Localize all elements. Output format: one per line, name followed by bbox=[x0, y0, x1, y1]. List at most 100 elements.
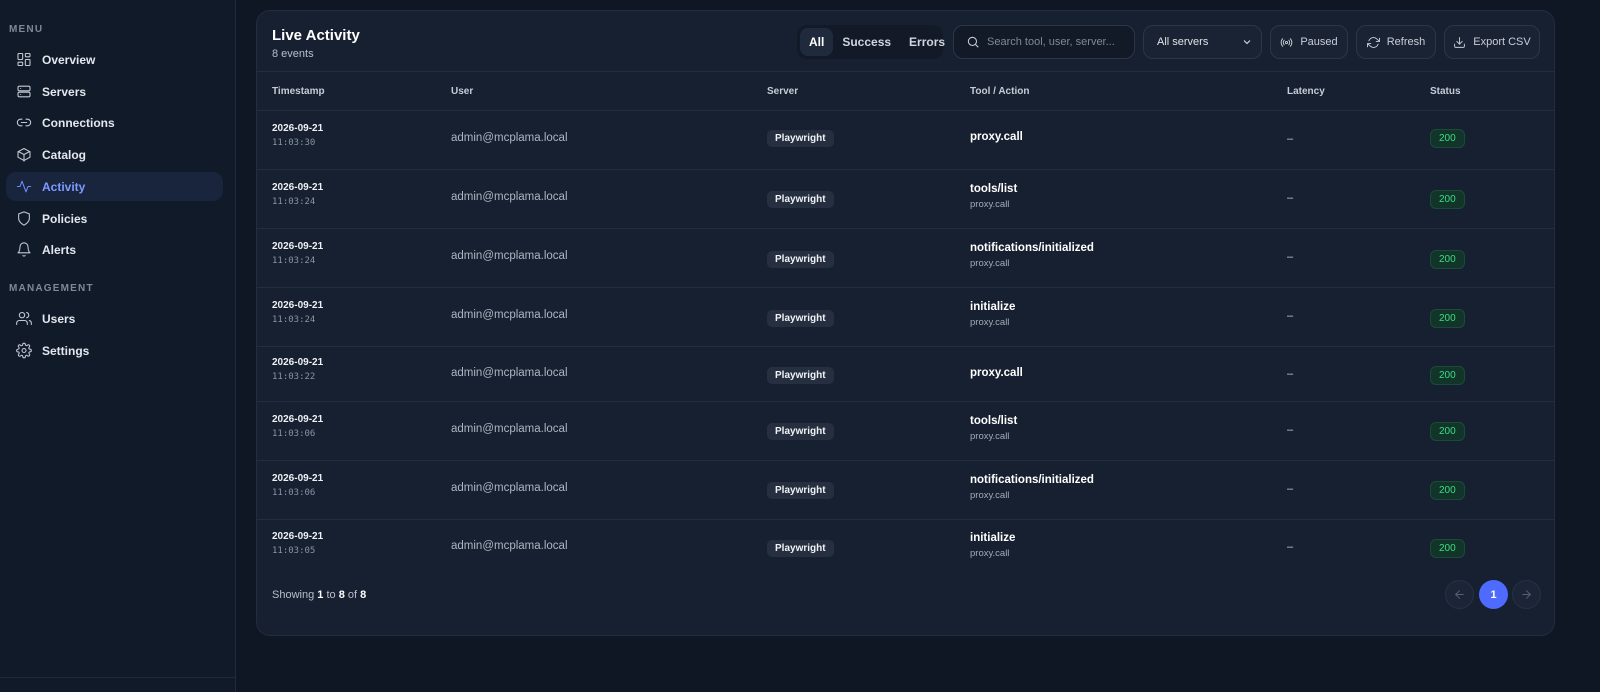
table-row[interactable]: 2026-09-21 11:03:24 admin@mcplama.local … bbox=[257, 170, 1554, 229]
server-cell: Playwright bbox=[767, 308, 834, 327]
page-title: Live Activity bbox=[272, 27, 360, 44]
sidebar-item-alerts[interactable]: Alerts bbox=[6, 235, 223, 264]
refresh-button[interactable]: Refresh bbox=[1356, 25, 1436, 59]
tool-subtext: proxy.call bbox=[970, 548, 1010, 559]
table-row[interactable]: 2026-09-21 11:03:05 admin@mcplama.local … bbox=[257, 520, 1554, 568]
col-latency[interactable]: Latency bbox=[1287, 86, 1325, 97]
sidebar-item-label: Alerts bbox=[42, 242, 77, 257]
row-time: 11:03:22 bbox=[272, 372, 316, 382]
timestamp-cell: 2026-09-21 11:03:24 bbox=[272, 241, 323, 266]
sidebar-item-settings[interactable]: Settings bbox=[6, 336, 223, 365]
col-status[interactable]: Status bbox=[1430, 86, 1461, 97]
sidebar-item-servers[interactable]: Servers bbox=[6, 77, 223, 106]
row-time: 11:03:06 bbox=[272, 429, 316, 439]
server-select-value: All servers bbox=[1157, 36, 1209, 48]
table-row[interactable]: 2026-09-21 11:03:30 admin@mcplama.local … bbox=[257, 111, 1554, 170]
row-date: 2026-09-21 bbox=[272, 473, 324, 484]
timestamp-cell: 2026-09-21 11:03:22 bbox=[272, 357, 323, 382]
download-icon bbox=[1454, 36, 1466, 48]
latency-cell: – bbox=[1287, 424, 1294, 436]
row-date: 2026-09-21 bbox=[272, 182, 324, 193]
summary-prefix: Showing bbox=[272, 589, 315, 601]
row-date: 2026-09-21 bbox=[272, 531, 324, 542]
col-user[interactable]: User bbox=[451, 86, 473, 97]
col-timestamp[interactable]: Timestamp bbox=[272, 86, 325, 97]
tool-cell: proxy.call bbox=[970, 131, 1023, 143]
tool-name: initialize bbox=[970, 301, 1016, 313]
link-icon bbox=[16, 115, 32, 131]
server-badge: Playwright bbox=[767, 482, 834, 499]
tool-name: notifications/initialized bbox=[970, 474, 1094, 486]
tool-cell: notifications/initialized proxy.call bbox=[970, 242, 1094, 269]
tool-name: tools/list bbox=[970, 183, 1018, 195]
status-badge: 200 bbox=[1430, 250, 1465, 269]
table-row[interactable]: 2026-09-21 11:03:06 admin@mcplama.local … bbox=[257, 461, 1554, 520]
user-cell: admin@mcplama.local bbox=[451, 191, 568, 203]
menu-section-label: MENU bbox=[9, 24, 44, 35]
latency-cell: – bbox=[1287, 251, 1294, 263]
prev-page-button[interactable] bbox=[1445, 580, 1474, 609]
summary-of-word: of bbox=[347, 589, 358, 601]
timestamp-cell: 2026-09-21 11:03:30 bbox=[272, 123, 323, 148]
table-header: Timestamp User Server Tool / Action Late… bbox=[257, 71, 1554, 111]
timestamp-cell: 2026-09-21 11:03:24 bbox=[272, 182, 323, 207]
row-date: 2026-09-21 bbox=[272, 357, 324, 368]
user-cell: admin@mcplama.local bbox=[451, 132, 568, 144]
sidebar-item-connections[interactable]: Connections bbox=[6, 108, 223, 137]
server-badge: Playwright bbox=[767, 423, 834, 440]
table-row[interactable]: 2026-09-21 11:03:24 admin@mcplama.local … bbox=[257, 288, 1554, 347]
status-badge: 200 bbox=[1430, 539, 1465, 558]
user-cell: admin@mcplama.local bbox=[451, 367, 568, 379]
next-page-button[interactable] bbox=[1512, 580, 1541, 609]
sidebar-item-activity[interactable]: Activity bbox=[6, 172, 223, 201]
filter-all-button[interactable]: All bbox=[800, 28, 834, 56]
arrow-left-icon bbox=[1455, 590, 1464, 599]
status-filter: All Success Errors bbox=[797, 25, 945, 59]
user-cell: admin@mcplama.local bbox=[451, 540, 568, 552]
row-time: 11:03:30 bbox=[272, 138, 316, 148]
users-icon bbox=[16, 311, 32, 327]
server-select[interactable]: All servers bbox=[1143, 25, 1262, 59]
table-row[interactable]: 2026-09-21 11:03:06 admin@mcplama.local … bbox=[257, 402, 1554, 461]
summary-from: 1 bbox=[317, 589, 324, 601]
sidebar-item-users[interactable]: Users bbox=[6, 304, 223, 333]
activity-icon bbox=[16, 179, 32, 195]
sidebar-item-label: Activity bbox=[42, 179, 86, 194]
sidebar-item-overview[interactable]: Overview bbox=[6, 45, 223, 74]
latency-cell: – bbox=[1287, 133, 1294, 145]
row-date: 2026-09-21 bbox=[272, 123, 324, 134]
user-cell: admin@mcplama.local bbox=[451, 482, 568, 494]
sidebar-item-label: Connections bbox=[42, 115, 115, 130]
sidebar-item-catalog[interactable]: Catalog bbox=[6, 140, 223, 169]
table-row[interactable]: 2026-09-21 11:03:24 admin@mcplama.local … bbox=[257, 229, 1554, 288]
page-1-button[interactable]: 1 bbox=[1479, 580, 1508, 609]
arrow-right-icon bbox=[1522, 590, 1531, 599]
tool-name: tools/list bbox=[970, 415, 1018, 427]
sidebar-item-policies[interactable]: Policies bbox=[6, 204, 223, 233]
table-row[interactable]: 2026-09-21 11:03:22 admin@mcplama.local … bbox=[257, 347, 1554, 402]
sidebar-item-label: Settings bbox=[42, 343, 90, 358]
export-label: Export CSV bbox=[1473, 36, 1531, 48]
live-activity-card: Live Activity 8 events All Success Error… bbox=[256, 10, 1555, 636]
tool-subtext: proxy.call bbox=[970, 199, 1010, 210]
export-csv-button[interactable]: Export CSV bbox=[1444, 25, 1540, 59]
status-badge: 200 bbox=[1430, 309, 1465, 328]
search-icon bbox=[967, 36, 979, 48]
filter-errors-button[interactable]: Errors bbox=[900, 28, 954, 56]
shield-icon bbox=[16, 211, 32, 227]
timestamp-cell: 2026-09-21 11:03:24 bbox=[272, 300, 323, 325]
col-server[interactable]: Server bbox=[767, 86, 798, 97]
timestamp-cell: 2026-09-21 11:03:06 bbox=[272, 473, 323, 498]
status-badge: 200 bbox=[1430, 190, 1465, 209]
col-tool[interactable]: Tool / Action bbox=[970, 86, 1029, 97]
server-badge: Playwright bbox=[767, 251, 834, 268]
status-cell: 200 bbox=[1430, 189, 1465, 209]
paused-button[interactable]: Paused bbox=[1270, 25, 1348, 59]
server-cell: Playwright bbox=[767, 189, 834, 208]
sidebar-item-label: Catalog bbox=[42, 147, 87, 162]
status-cell: 200 bbox=[1430, 249, 1465, 269]
search-input[interactable] bbox=[987, 36, 1127, 48]
timestamp-cell: 2026-09-21 11:03:05 bbox=[272, 531, 323, 556]
filter-success-button[interactable]: Success bbox=[833, 28, 900, 56]
chevron-down-icon bbox=[1243, 40, 1251, 45]
